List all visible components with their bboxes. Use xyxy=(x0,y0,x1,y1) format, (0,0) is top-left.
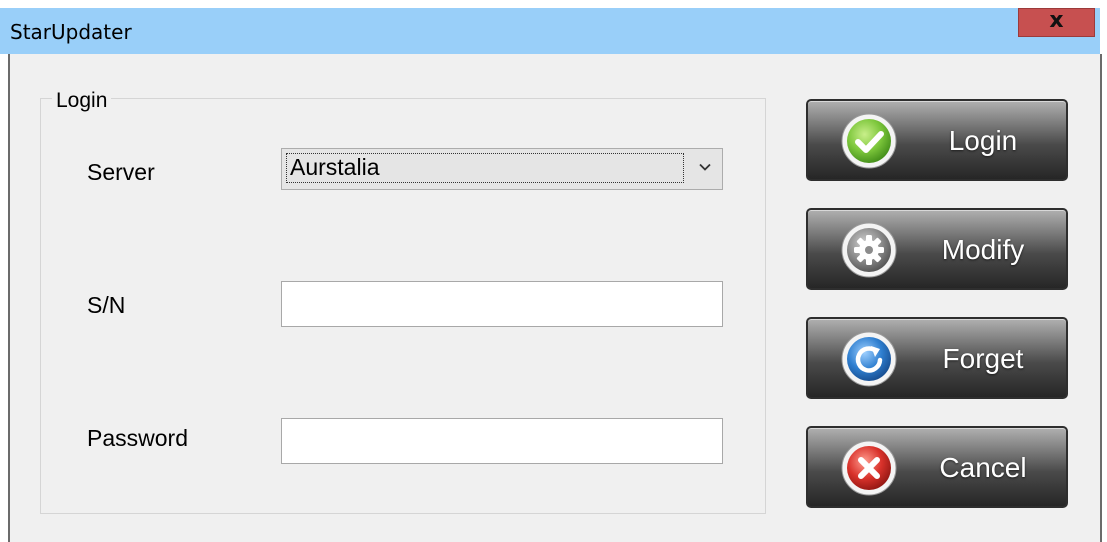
forget-button[interactable]: Forget xyxy=(806,317,1068,399)
server-selected-value: Aurstalia xyxy=(290,154,380,180)
password-label: Password xyxy=(87,425,188,451)
modify-button-label: Modify xyxy=(941,234,1025,265)
title-bar[interactable]: StarUpdater x xyxy=(0,8,1100,54)
gear-icon xyxy=(841,222,897,278)
login-group-legend: Login xyxy=(52,89,112,113)
login-button[interactable]: Login xyxy=(806,99,1068,181)
close-icon xyxy=(841,440,897,496)
serial-number-input[interactable] xyxy=(281,281,723,327)
cancel-button-label: Cancel xyxy=(939,452,1027,483)
close-button[interactable]: x xyxy=(1018,8,1095,37)
window-title: StarUpdater xyxy=(10,20,132,44)
server-select[interactable]: Aurstalia xyxy=(281,148,723,190)
password-input[interactable] xyxy=(281,418,723,464)
serial-number-label: S/N xyxy=(87,292,126,318)
refresh-icon xyxy=(841,331,897,387)
login-button-label: Login xyxy=(948,125,1018,156)
check-icon xyxy=(841,113,897,169)
modify-button[interactable]: Modify xyxy=(806,208,1068,290)
chevron-down-icon xyxy=(699,163,711,171)
close-icon: x xyxy=(1049,8,1064,33)
forget-button-label: Forget xyxy=(942,343,1024,374)
server-label: Server xyxy=(87,159,155,185)
cancel-button[interactable]: Cancel xyxy=(806,426,1068,508)
